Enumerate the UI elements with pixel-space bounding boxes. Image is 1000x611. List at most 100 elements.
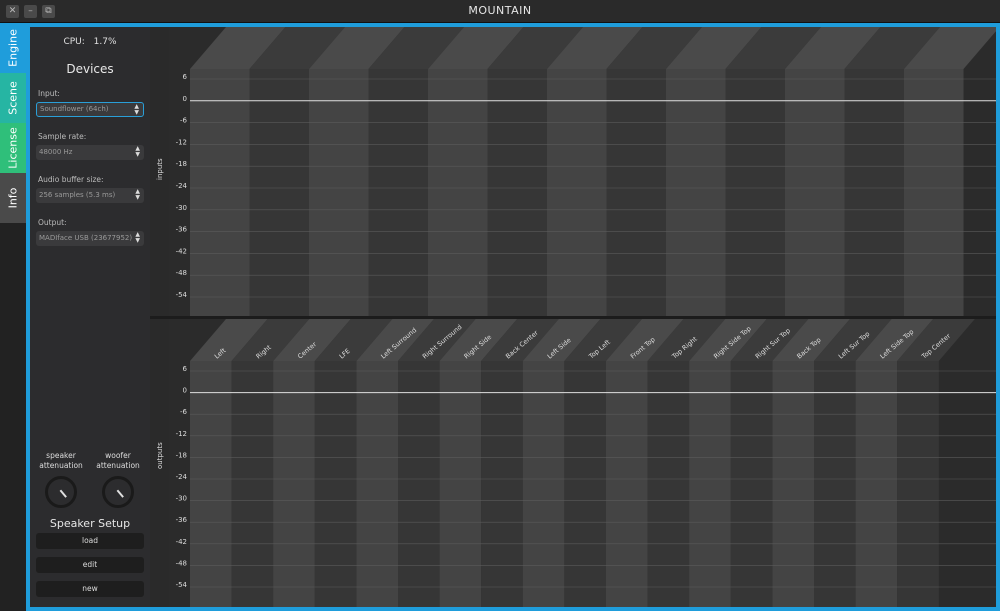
channel-meter-bar: [249, 69, 309, 316]
scale-tick-label: -18: [176, 160, 187, 168]
scale-tick-label: -6: [180, 408, 188, 416]
channel-meter-bar: [564, 361, 606, 607]
engine-sidebar: CPU: 1.7% Devices Input: Soundflower (64…: [30, 27, 150, 607]
speaker-att-line2: attenuation: [39, 461, 83, 470]
scale-tick-label: -30: [176, 495, 187, 503]
scale-tick-label: 6: [183, 73, 188, 81]
channel-meter-bar: [368, 69, 428, 316]
scale-tick-label: -48: [176, 269, 187, 277]
channel-meter-bar: [314, 361, 357, 607]
output-select[interactable]: MADIface USB (23677952) ▲ ▼: [36, 231, 144, 246]
input-select[interactable]: Soundflower (64ch) ▲ ▼: [36, 102, 144, 117]
scale-tick-label: -54: [176, 581, 188, 589]
main-content: CPU: 1.7% Devices Input: Soundflower (64…: [30, 27, 996, 607]
scale-tick-label: -24: [176, 473, 188, 481]
channel-meter-bar: [487, 69, 547, 316]
woofer-attenuation-knob[interactable]: [102, 476, 134, 508]
load-button[interactable]: load: [36, 533, 144, 549]
knob-pointer: [59, 489, 67, 498]
devices-title: Devices: [66, 62, 114, 76]
knob-pointer: [116, 489, 124, 498]
scale-tick-label: -12: [176, 430, 187, 438]
cpu-readout: CPU: 1.7%: [30, 37, 150, 47]
tab-engine[interactable]: Engine: [0, 23, 26, 73]
inputs-axis-strip: inputs: [150, 27, 169, 316]
channel-meter-bar: [309, 69, 369, 316]
buffer-size-select[interactable]: 256 samples (5.3 ms) ▲ ▼: [36, 188, 144, 203]
outputs-meter-panel: 6 0 -6 -12 -18 -24 -30 -36 -42 -48 -54 Left Right Cen…: [169, 319, 996, 607]
channel-meter-bar: [273, 361, 315, 607]
channel-meter-bar: [398, 361, 440, 607]
cpu-value: 1.7%: [93, 37, 117, 47]
woofer-att-line1: woofer: [105, 451, 131, 460]
channel-meter-bar: [785, 69, 845, 316]
updown-icon: ▲ ▼: [135, 145, 140, 158]
tab-license-label: License: [6, 127, 20, 169]
buffer-size-label: Audio buffer size:: [38, 175, 104, 184]
speaker-attenuation-knob[interactable]: [45, 476, 77, 508]
main-frame: CPU: 1.7% Devices Input: Soundflower (64…: [26, 23, 1000, 611]
meter-graphic: 6 0 -6 -12 -18 -24 -30 -36 -42 -48 -54: [169, 27, 996, 316]
channel-meter-bar: [606, 361, 648, 607]
channel-meter-bar: [547, 69, 607, 316]
channel-meter-bar: [725, 69, 785, 316]
new-button[interactable]: new: [36, 581, 144, 597]
output-select-value: MADIface USB (23677952): [39, 234, 133, 242]
channel-meter-bar: [481, 361, 523, 607]
scale-tick-label: -12: [176, 138, 187, 146]
meter-graphic: 60-6-12-18-24-30-36-42-48-54Left Right Cen…: [169, 319, 996, 607]
channel-meter-bar: [231, 361, 274, 607]
scale-tick-label: 6: [183, 365, 188, 373]
channel-meter-bar: [855, 361, 898, 607]
scale-tick-label: -48: [176, 559, 187, 567]
updown-icon: ▲ ▼: [135, 231, 140, 244]
tab-info[interactable]: Info: [0, 173, 26, 223]
buffer-size-value: 256 samples (5.3 ms): [39, 191, 116, 199]
outputs-axis-strip: outputs: [150, 319, 169, 607]
channel-meter-bar: [844, 69, 904, 316]
scale-tick-label: 0: [183, 95, 187, 103]
channel-meter-bar: [666, 69, 726, 316]
window-title: MOUNTAIN: [468, 4, 532, 17]
updown-icon: ▲ ▼: [134, 103, 139, 116]
channel-meter-bar: [897, 361, 939, 607]
tab-scene[interactable]: Scene: [0, 73, 26, 123]
channel-meter-bar: [772, 361, 814, 607]
channel-meter-bar: [190, 69, 250, 316]
woofer-att-line2: attenuation: [96, 461, 140, 470]
scale-tick-label: -30: [176, 204, 187, 212]
woofer-attenuation-label: woofer attenuation: [93, 451, 143, 471]
tab-engine-label: Engine: [6, 29, 20, 67]
edit-button[interactable]: edit: [36, 557, 144, 573]
channel-meter-bar: [689, 361, 731, 607]
speaker-att-line1: speaker: [46, 451, 76, 460]
channel-meter-bar: [522, 361, 565, 607]
scale-tick-label: -36: [176, 516, 188, 524]
sample-rate-select[interactable]: 48000 Hz ▲ ▼: [36, 145, 144, 160]
channel-meter-bar: [190, 361, 232, 607]
channel-meter-bar: [356, 361, 398, 607]
inputs-axis-title: inputs: [156, 158, 164, 180]
channel-meter-bar: [439, 361, 482, 607]
input-select-value: Soundflower (64ch): [40, 105, 109, 113]
inputs-meter-panel: 6 0 -6 -12 -18 -24 -30 -36 -42 -48 -54: [169, 27, 996, 316]
scale-tick-label: -18: [176, 451, 187, 459]
channel-meter-bar: [814, 361, 856, 607]
cpu-label: CPU:: [63, 37, 85, 47]
sample-rate-label: Sample rate:: [38, 132, 87, 141]
scale-tick-label: -42: [176, 538, 187, 546]
title-bar: ✕ – ⧉ MOUNTAIN: [0, 0, 1000, 23]
sample-rate-value: 48000 Hz: [39, 148, 73, 156]
tab-info-label: Info: [6, 187, 20, 209]
scale-tick-label: -6: [180, 117, 188, 125]
channel-meter-bar: [904, 69, 964, 316]
tab-scene-label: Scene: [6, 81, 20, 115]
output-label: Output:: [38, 218, 67, 227]
tab-license[interactable]: License: [0, 123, 26, 173]
scale-tick-label: -42: [176, 247, 187, 255]
vertical-tabs: Engine Scene License Info: [0, 23, 26, 611]
scale-tick-label: 0: [183, 387, 187, 395]
scale-tick-label: -24: [176, 182, 188, 190]
speaker-setup-title: Speaker Setup: [49, 517, 131, 530]
channel-meter-bar: [647, 361, 690, 607]
